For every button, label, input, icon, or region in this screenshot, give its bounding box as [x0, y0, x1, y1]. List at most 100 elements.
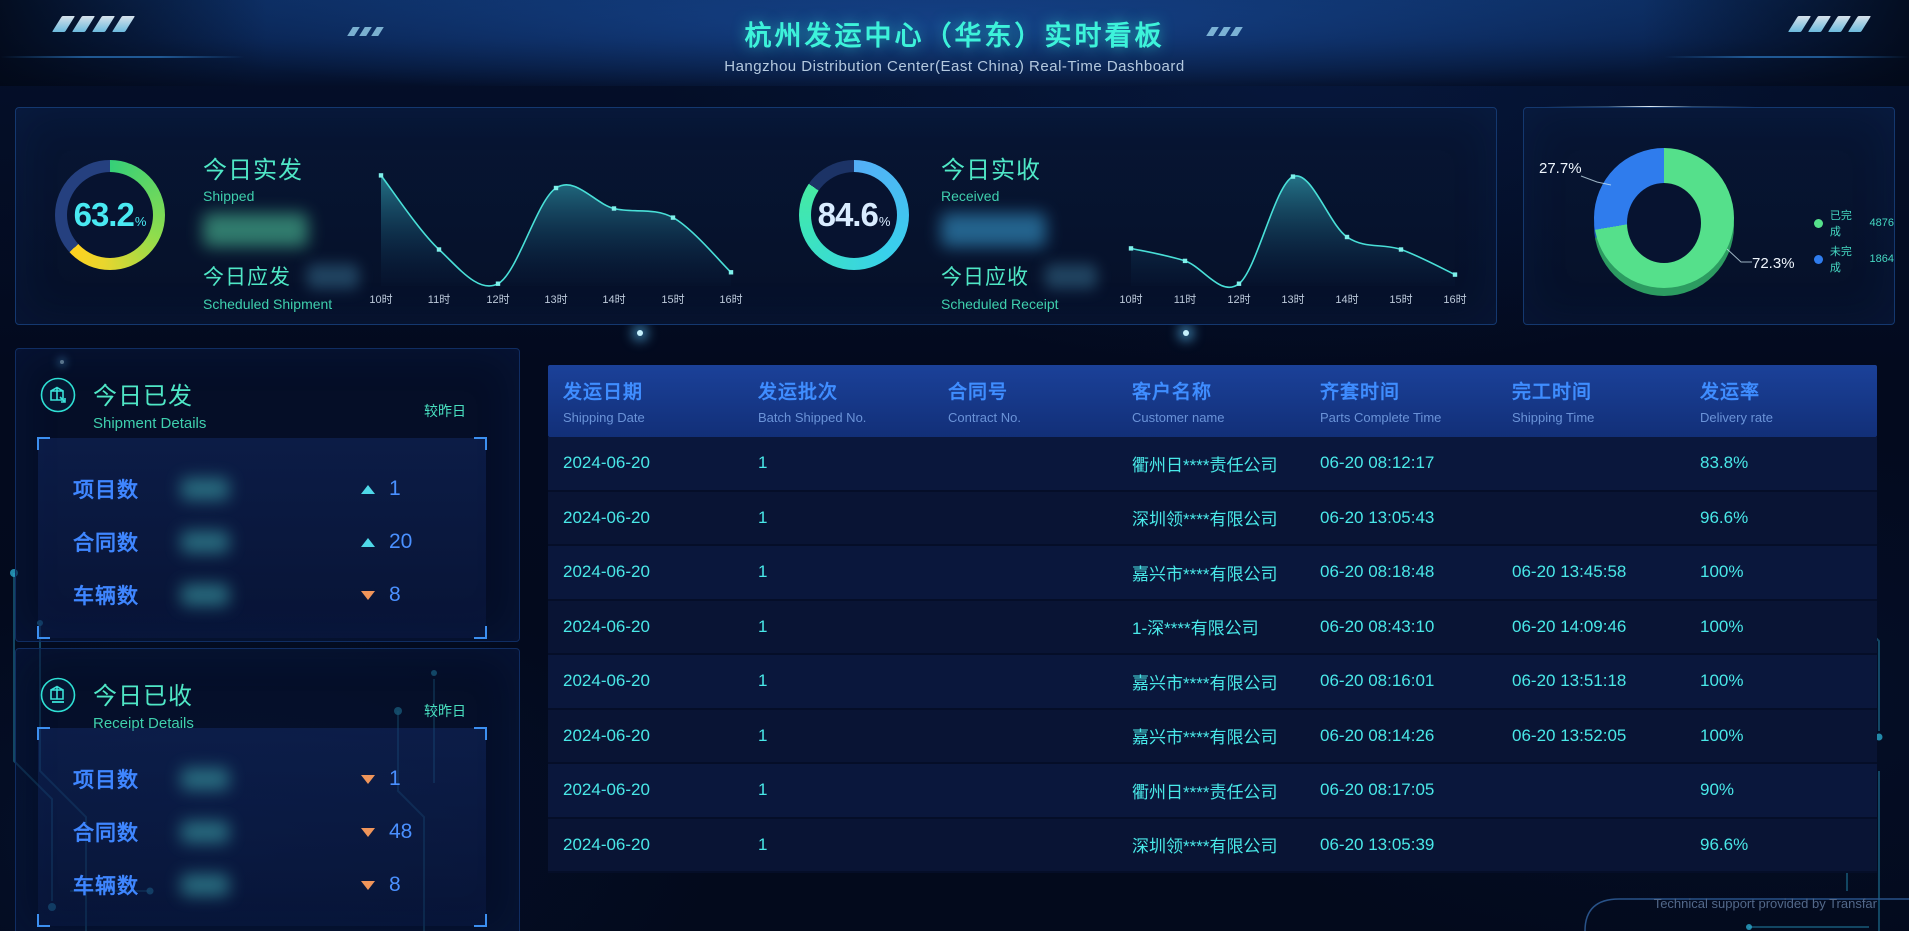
legend-label: 未完成 — [1830, 243, 1863, 275]
cell-delivery-rate: 90% — [1700, 780, 1877, 800]
shipment-stats-rows: 项目数1合同数20车辆数8 — [38, 476, 486, 608]
table-row: 2024-06-201嘉兴市****有限公司06-20 08:18:4806-2… — [548, 546, 1877, 601]
cell-shipping-time: 06-20 13:51:18 — [1512, 671, 1700, 691]
stat-delta: 20 — [389, 530, 441, 554]
donut-green-pct-label: 72.3% — [1752, 255, 1795, 272]
dashboard-root: 杭州发运中心（华东）实时看板 Hangzhou Distribution Cen… — [0, 0, 1909, 931]
cell-batch-no: 1 — [758, 617, 948, 637]
glow-dot — [1183, 330, 1189, 336]
shipment-compare-label: 较昨日 — [424, 401, 466, 421]
svg-text:13时: 13时 — [1281, 293, 1304, 306]
column-title-en: Shipping Time — [1512, 410, 1700, 425]
table-row: 2024-06-201衢州日****责任公司06-20 08:12:1783.8… — [548, 437, 1877, 492]
shipment-table-panel: 发运日期Shipping Date发运批次Batch Shipped No.合同… — [548, 365, 1877, 873]
table-body: 2024-06-201衢州日****责任公司06-20 08:12:1783.8… — [548, 437, 1877, 873]
cell-delivery-rate: 100% — [1700, 617, 1877, 637]
column-title-en: Parts Complete Time — [1320, 410, 1512, 425]
table-column-header: 发运率Delivery rate — [1700, 377, 1877, 425]
cell-batch-no: 1 — [758, 726, 948, 746]
receipt-details-panel: 今日已收 Receipt Details 较昨日 项目数1合同数48车辆数8 — [15, 648, 520, 931]
table-column-header: 客户名称Customer name — [1132, 377, 1320, 425]
cell-delivery-rate: 96.6% — [1700, 835, 1877, 855]
svg-text:16时: 16时 — [1443, 293, 1466, 306]
stat-value-masked — [181, 478, 229, 500]
cell-shipping-date: 2024-06-20 — [563, 508, 758, 528]
receipt-stats-box: 项目数1合同数48车辆数8 — [38, 728, 486, 926]
cell-shipping-time: 06-20 14:09:46 — [1512, 617, 1700, 637]
table-column-header: 合同号Contract No. — [948, 377, 1132, 425]
cell-shipping-date: 2024-06-20 — [563, 617, 758, 637]
column-title-cn: 齐套时间 — [1320, 377, 1512, 404]
cell-customer-name: 1-深****有限公司 — [1132, 614, 1320, 639]
shipment-details-panel: 今日已发 Shipment Details 较昨日 项目数1合同数20车辆数8 — [15, 348, 520, 642]
scheduled-receipt-value-masked — [1045, 264, 1097, 289]
table-row: 2024-06-201深圳领****有限公司06-20 13:05:3996.6… — [548, 819, 1877, 874]
stat-value-masked — [181, 874, 229, 896]
cell-batch-no: 1 — [758, 671, 948, 691]
cell-shipping-time: 06-20 13:45:58 — [1512, 562, 1700, 582]
cell-shipping-date: 2024-06-20 — [563, 671, 758, 691]
header-ticks-right-icon — [1209, 27, 1240, 36]
stat-row: 合同数20 — [73, 529, 441, 555]
receipt-compare-label: 较昨日 — [424, 701, 466, 721]
received-gauge-value: 84.6 — [818, 196, 878, 234]
stat-row: 合同数48 — [73, 819, 441, 845]
cell-shipping-date: 2024-06-20 — [563, 780, 758, 800]
cell-parts-complete-time: 06-20 13:05:39 — [1320, 835, 1512, 855]
cell-batch-no: 1 — [758, 780, 948, 800]
package-shipped-icon — [39, 376, 77, 414]
shipment-details-subtitle: Shipment Details — [93, 415, 206, 432]
cell-shipping-time: 06-20 13:52:05 — [1512, 726, 1700, 746]
table-row: 2024-06-201嘉兴市****有限公司06-20 08:14:2606-2… — [548, 710, 1877, 765]
trend-down-arrow-icon — [361, 775, 375, 784]
received-value-masked — [941, 213, 1046, 247]
legend-item-pending[interactable]: 未完成1864 — [1814, 243, 1894, 275]
svg-text:12时: 12时 — [486, 293, 509, 306]
cell-batch-no: 1 — [758, 508, 948, 528]
completion-panel: 27.7% 72.3% 已完成4876 未完成1864 — [1523, 107, 1895, 325]
header: 杭州发运中心（华东）实时看板 Hangzhou Distribution Cen… — [0, 0, 1909, 86]
svg-text:15时: 15时 — [1389, 293, 1412, 306]
cell-delivery-rate: 100% — [1700, 726, 1877, 746]
stat-value-masked — [181, 821, 229, 843]
svg-text:10时: 10时 — [369, 293, 392, 306]
stat-value-masked — [181, 531, 229, 553]
cell-delivery-rate: 96.6% — [1700, 508, 1877, 528]
stat-label: 车辆数 — [73, 870, 181, 900]
cell-customer-name: 嘉兴市****有限公司 — [1132, 560, 1320, 585]
received-trend-chart: 10时11时12时13时14时15时16时 — [1109, 158, 1489, 308]
cell-shipping-date: 2024-06-20 — [563, 726, 758, 746]
header-slashes-right-icon — [1793, 16, 1866, 32]
received-gauge: 84.6 % — [799, 160, 909, 270]
header-line-left — [0, 56, 245, 58]
shipment-details-title: 今日已发 — [93, 376, 206, 411]
cell-delivery-rate: 83.8% — [1700, 453, 1877, 473]
table-column-header: 齐套时间 Parts Complete Time — [1320, 377, 1512, 425]
column-title-cn: 客户名称 — [1132, 377, 1320, 404]
legend-dot-icon — [1814, 255, 1823, 264]
cell-batch-no: 1 — [758, 562, 948, 582]
stat-value-masked — [181, 768, 229, 790]
trend-down-arrow-icon — [361, 881, 375, 890]
svg-text:16时: 16时 — [719, 293, 742, 306]
receipt-details-title: 今日已收 — [93, 676, 194, 711]
legend-value: 4876 — [1870, 217, 1894, 229]
column-title-en: Contract No. — [948, 410, 1132, 425]
legend-item-completed[interactable]: 已完成4876 — [1814, 207, 1894, 239]
table-column-header: 发运日期Shipping Date — [563, 377, 758, 425]
cell-delivery-rate: 100% — [1700, 562, 1877, 582]
donut-blue-pct-label: 27.7% — [1539, 160, 1582, 177]
stat-label: 项目数 — [73, 474, 181, 504]
scheduled-shipment-label: 今日应发 — [203, 261, 291, 291]
trend-up-arrow-icon — [361, 538, 375, 547]
stat-row: 车辆数8 — [73, 872, 441, 898]
stat-delta: 8 — [389, 583, 441, 607]
column-title-cn: 发运批次 — [758, 377, 948, 404]
stat-label: 合同数 — [73, 817, 181, 847]
header-line-right — [1664, 56, 1909, 58]
table-column-header: 完工时间Shipping Time — [1512, 377, 1700, 425]
cell-customer-name: 衢州日****责任公司 — [1132, 451, 1320, 476]
cell-parts-complete-time: 06-20 08:16:01 — [1320, 671, 1512, 691]
cell-batch-no: 1 — [758, 835, 948, 855]
table-header: 发运日期Shipping Date发运批次Batch Shipped No.合同… — [548, 365, 1877, 437]
